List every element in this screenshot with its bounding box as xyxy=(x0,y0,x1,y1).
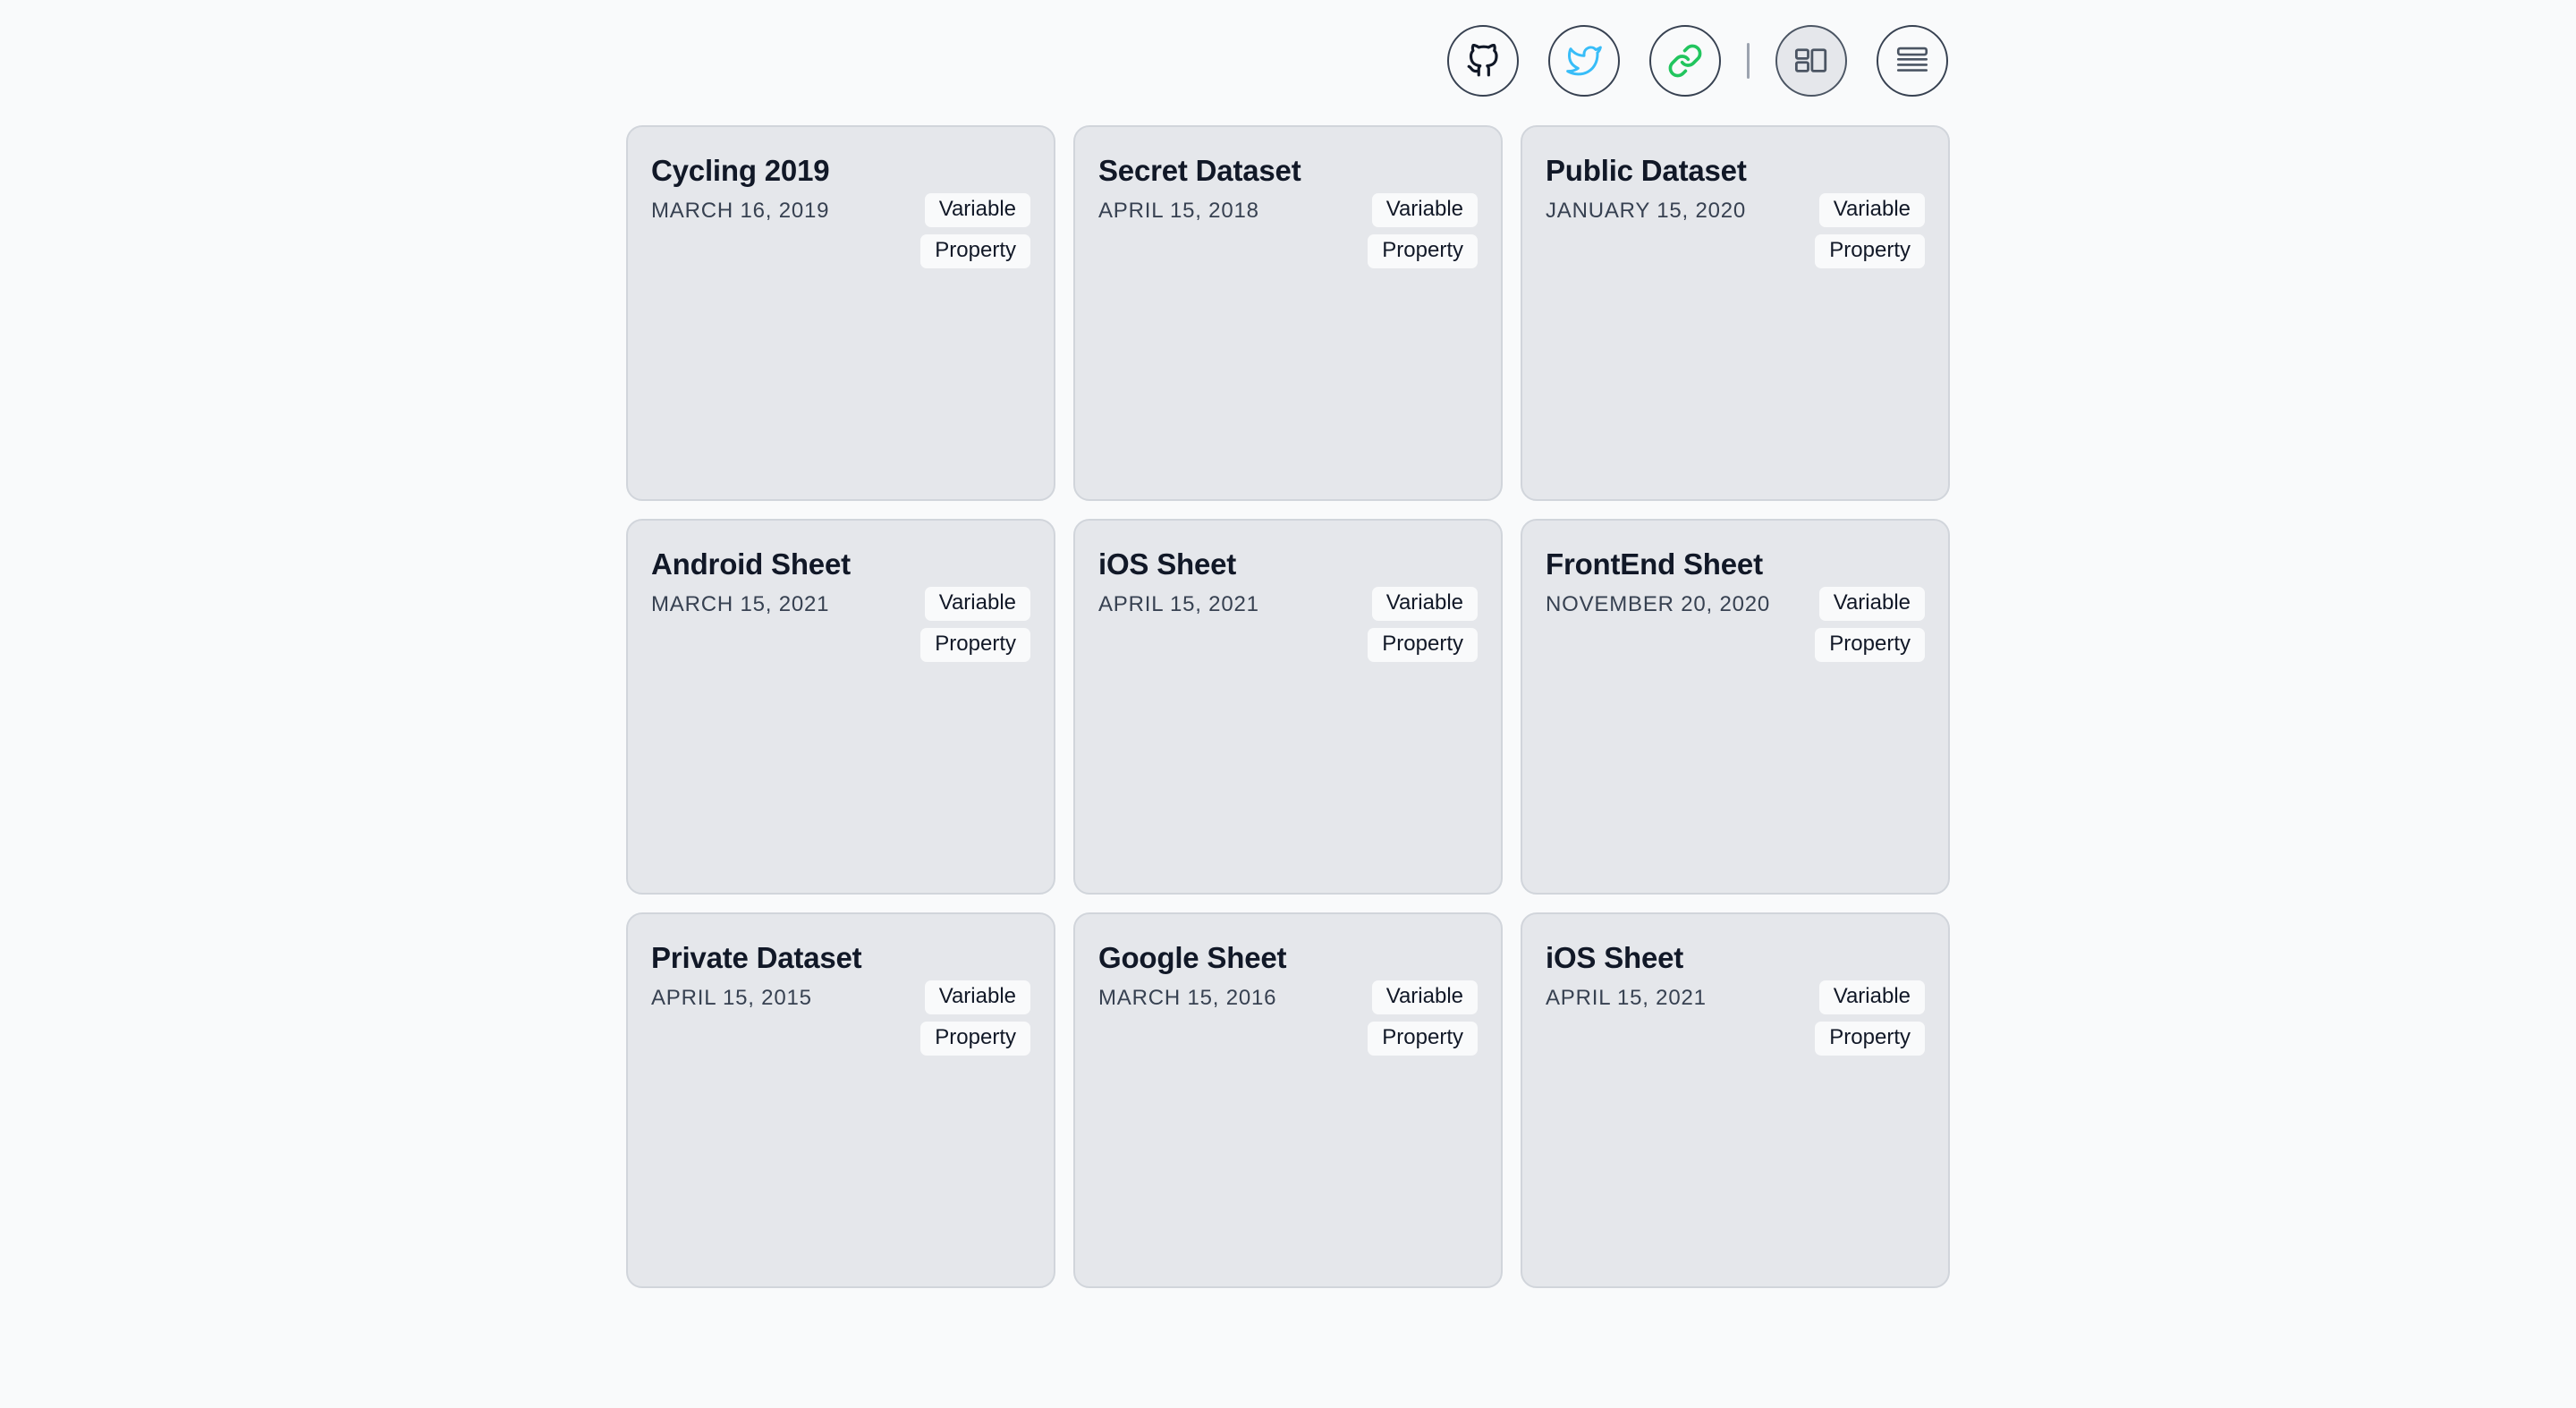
dataset-grid: Cycling 2019 MARCH 16, 2019 Variable Pro… xyxy=(626,125,1950,1288)
tag-variable[interactable]: Variable xyxy=(924,193,1030,227)
tag-property[interactable]: Property xyxy=(920,1022,1030,1056)
card-title: iOS Sheet xyxy=(1098,547,1237,581)
tag-property[interactable]: Property xyxy=(1815,628,1925,662)
tag-variable[interactable]: Variable xyxy=(1371,193,1478,227)
tag-variable[interactable]: Variable xyxy=(924,587,1030,621)
tag-property[interactable]: Property xyxy=(1815,234,1925,268)
dataset-card[interactable]: Public Dataset JANUARY 15, 2020 Variable… xyxy=(1521,125,1950,501)
link-icon xyxy=(1668,44,1702,78)
dataset-card[interactable]: Android Sheet MARCH 15, 2021 Variable Pr… xyxy=(626,519,1055,895)
tag-property[interactable]: Property xyxy=(920,628,1030,662)
card-title: Private Dataset xyxy=(651,941,862,974)
card-title: Android Sheet xyxy=(651,547,851,581)
card-title: FrontEnd Sheet xyxy=(1546,547,1763,581)
link-button[interactable] xyxy=(1649,25,1721,97)
card-title: Cycling 2019 xyxy=(651,154,830,187)
tag-variable[interactable]: Variable xyxy=(1818,980,1925,1014)
twitter-icon xyxy=(1566,46,1602,76)
grid-view-button[interactable] xyxy=(1775,25,1847,97)
card-title: Public Dataset xyxy=(1546,154,1747,187)
card-date: NOVEMBER 20, 2020 xyxy=(1546,592,1771,616)
card-date: APRIL 15, 2018 xyxy=(1098,199,1259,223)
dataset-card[interactable]: Google Sheet MARCH 15, 2016 Variable Pro… xyxy=(1073,912,1503,1288)
card-date: APRIL 15, 2021 xyxy=(1546,986,1707,1010)
card-title: Secret Dataset xyxy=(1098,154,1301,187)
dataset-card[interactable]: Cycling 2019 MARCH 16, 2019 Variable Pro… xyxy=(626,125,1055,501)
tag-property[interactable]: Property xyxy=(1368,234,1478,268)
toolbar-divider xyxy=(1747,43,1750,79)
toolbar xyxy=(1447,25,1948,97)
card-date: APRIL 15, 2015 xyxy=(651,986,812,1010)
tag-variable[interactable]: Variable xyxy=(924,980,1030,1014)
dataset-card[interactable]: iOS Sheet APRIL 15, 2021 Variable Proper… xyxy=(1521,912,1950,1288)
github-icon xyxy=(1467,44,1498,77)
card-title: iOS Sheet xyxy=(1546,941,1684,974)
tag-property[interactable]: Property xyxy=(1368,1022,1478,1056)
dataset-card[interactable]: Private Dataset APRIL 15, 2015 Variable … xyxy=(626,912,1055,1288)
card-date: APRIL 15, 2021 xyxy=(1098,592,1259,616)
github-button[interactable] xyxy=(1447,25,1519,97)
dataset-card[interactable]: FrontEnd Sheet NOVEMBER 20, 2020 Variabl… xyxy=(1521,519,1950,895)
card-date: MARCH 15, 2016 xyxy=(1098,986,1277,1010)
tag-variable[interactable]: Variable xyxy=(1818,587,1925,621)
list-view-icon xyxy=(1896,47,1928,72)
tag-property[interactable]: Property xyxy=(1815,1022,1925,1056)
grid-view-icon xyxy=(1794,48,1827,72)
dataset-card[interactable]: iOS Sheet APRIL 15, 2021 Variable Proper… xyxy=(1073,519,1503,895)
list-view-button[interactable] xyxy=(1877,25,1948,97)
tag-variable[interactable]: Variable xyxy=(1371,980,1478,1014)
tag-property[interactable]: Property xyxy=(920,234,1030,268)
tag-variable[interactable]: Variable xyxy=(1371,587,1478,621)
card-date: MARCH 16, 2019 xyxy=(651,199,830,223)
card-date: MARCH 15, 2021 xyxy=(651,592,830,616)
tag-property[interactable]: Property xyxy=(1368,628,1478,662)
twitter-button[interactable] xyxy=(1548,25,1620,97)
tag-variable[interactable]: Variable xyxy=(1818,193,1925,227)
dataset-card[interactable]: Secret Dataset APRIL 15, 2018 Variable P… xyxy=(1073,125,1503,501)
card-title: Google Sheet xyxy=(1098,941,1287,974)
card-date: JANUARY 15, 2020 xyxy=(1546,199,1747,223)
